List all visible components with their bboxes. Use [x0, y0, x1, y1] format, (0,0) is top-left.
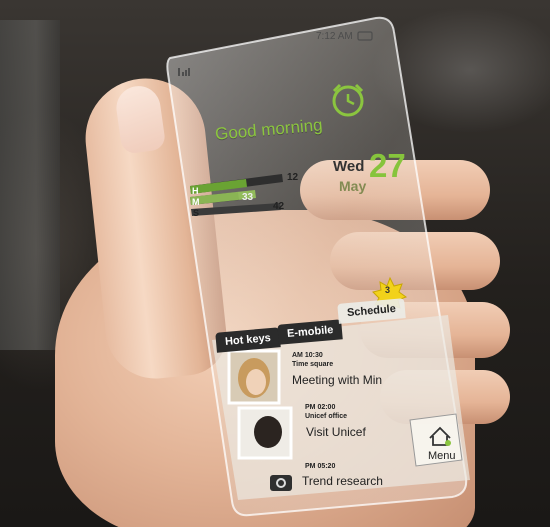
little-finger [380, 370, 510, 424]
ring-finger [360, 302, 510, 358]
background-wall [0, 20, 60, 350]
photo-background [0, 0, 550, 527]
middle-finger [330, 232, 500, 290]
index-finger [300, 160, 490, 220]
